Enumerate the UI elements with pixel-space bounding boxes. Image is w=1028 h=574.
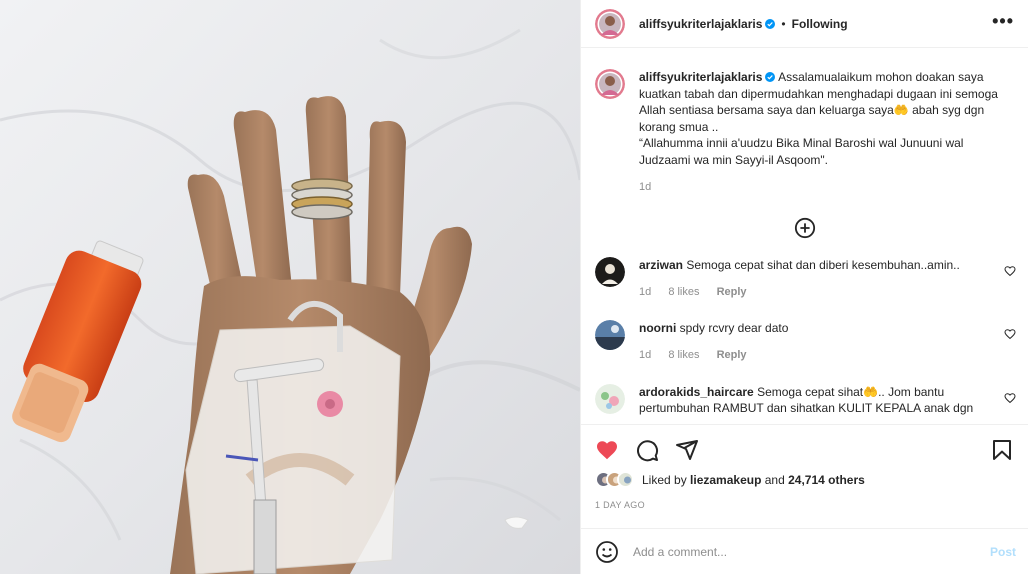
- likes-prefix: Liked by: [642, 472, 691, 487]
- caption-body: aliffsyukriterlajaklaris Assalamualaikum…: [639, 69, 1014, 195]
- likes-others[interactable]: 24,714 others: [788, 473, 865, 487]
- post-comment-button[interactable]: Post: [990, 545, 1016, 559]
- commenter-avatar[interactable]: [595, 257, 625, 288]
- like-comment-heart-icon[interactable]: [1004, 328, 1016, 340]
- post-details-panel: aliffsyukriterlajaklaris • Following •••: [580, 0, 1028, 574]
- likes-first-user[interactable]: liezamakeup: [690, 473, 761, 487]
- comment-item: noorni spdy rcvry dear dato 1d 8 likes R…: [581, 320, 1028, 363]
- caption-timestamp[interactable]: 1d: [639, 179, 1014, 196]
- comment-username[interactable]: arziwan: [639, 258, 683, 272]
- more-options-button[interactable]: •••: [992, 12, 1014, 36]
- comment-icon[interactable]: [635, 438, 659, 462]
- comment-likes[interactable]: 8 likes: [668, 349, 699, 361]
- bookmark-icon[interactable]: [990, 438, 1014, 462]
- comment-list: arziwan Semoga cepat sihat dan diberi ke…: [581, 257, 1028, 417]
- commenter-avatar-image: [595, 383, 625, 414]
- separator-dot: •: [781, 16, 786, 31]
- likes-text: Liked by liezamakeup and 24,714 others: [642, 473, 865, 487]
- load-more-comments[interactable]: [581, 217, 1028, 239]
- ring: [291, 178, 353, 220]
- comment-username[interactable]: noorni: [639, 321, 676, 335]
- comment-body: arziwan Semoga cepat sihat dan diberi ke…: [639, 257, 1014, 300]
- likes-middle: and: [761, 472, 789, 487]
- like-comment-heart-icon[interactable]: [1004, 392, 1016, 404]
- emoji-icon[interactable]: [595, 540, 619, 564]
- like-comment-heart-icon[interactable]: [1004, 265, 1016, 277]
- hand-iv-photo: [0, 0, 580, 574]
- comment-text: Semoga cepat sihat dan diberi kesembuhan…: [683, 258, 960, 273]
- share-icon[interactable]: [675, 438, 699, 462]
- post-caption: aliffsyukriterlajaklaris Assalamualaikum…: [581, 49, 1028, 195]
- comment-text: spdy rcvry dear dato: [676, 321, 789, 336]
- comment-body: ardorakids_haircare Semoga cepat sihat🤲.…: [639, 384, 1014, 417]
- liker-avatars: [595, 471, 634, 488]
- reply-button[interactable]: Reply: [717, 349, 747, 361]
- verified-icon: [765, 72, 776, 82]
- comment-meta: 1d 8 likes Reply: [639, 284, 984, 301]
- post-actions: Liked by liezamakeup and 24,714 others 1…: [581, 424, 1028, 510]
- comment-item: arziwan Semoga cepat sihat dan diberi ke…: [581, 257, 1028, 300]
- comment-meta: 1d 8 likes Reply: [639, 347, 984, 364]
- caption-avatar-image: [595, 69, 625, 99]
- post-header: aliffsyukriterlajaklaris • Following •••: [581, 0, 1028, 48]
- comment-item: ardorakids_haircare Semoga cepat sihat🤲.…: [581, 383, 1028, 417]
- plus-circle-icon[interactable]: [794, 217, 816, 239]
- commenter-avatar[interactable]: [595, 320, 625, 351]
- add-comment-bar: Post: [581, 528, 1028, 574]
- commenter-avatar-image: [595, 257, 625, 288]
- caption-quote: “Allahumma innii a'uudzu Bika Minal Baro…: [639, 136, 964, 167]
- comment-username[interactable]: ardorakids_haircare: [639, 385, 754, 399]
- instagram-post-view: aliffsyukriterlajaklaris • Following •••: [0, 0, 1028, 574]
- comment-body: noorni spdy rcvry dear dato 1d 8 likes R…: [639, 320, 1014, 363]
- author-username[interactable]: aliffsyukriterlajaklaris: [639, 17, 762, 31]
- commenter-avatar[interactable]: [595, 383, 625, 414]
- caption-username[interactable]: aliffsyukriterlajaklaris: [639, 70, 762, 84]
- heart-icon[interactable]: [595, 438, 619, 462]
- comment-time[interactable]: 1d: [639, 286, 651, 298]
- post-photo[interactable]: [0, 0, 580, 574]
- iv-dressing: [185, 300, 401, 574]
- comments-scroll-area[interactable]: aliffsyukriterlajaklaris Assalamualaikum…: [581, 49, 1028, 424]
- post-time-ago[interactable]: 1 DAY AGO: [595, 500, 1014, 510]
- action-icons: [595, 425, 1014, 475]
- comment-likes[interactable]: 8 likes: [668, 286, 699, 298]
- caption-avatar[interactable]: [595, 69, 625, 99]
- commenter-avatar-image: [595, 320, 625, 351]
- comment-time[interactable]: 1d: [639, 349, 651, 361]
- reply-button[interactable]: Reply: [717, 286, 747, 298]
- following-button[interactable]: Following: [792, 17, 848, 31]
- author-avatar-image: [595, 8, 625, 39]
- verified-icon: [765, 18, 776, 29]
- comment-input[interactable]: [633, 544, 990, 559]
- likes-summary: Liked by liezamakeup and 24,714 others: [595, 471, 1014, 488]
- author-avatar[interactable]: [595, 8, 625, 39]
- liker-avatar[interactable]: [617, 471, 634, 488]
